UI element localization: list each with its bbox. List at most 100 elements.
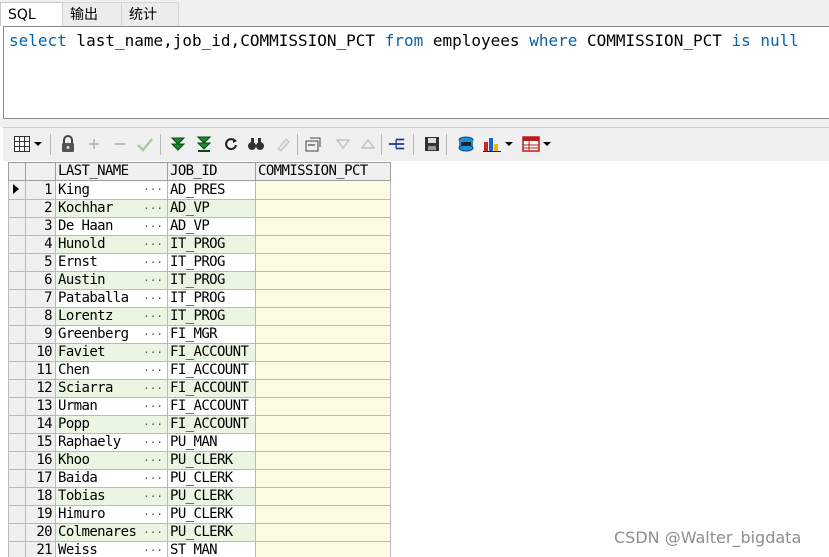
table-row[interactable]: 19 Himuro ··· PU_CLERK xyxy=(8,505,391,524)
table-row[interactable]: 7 Pataballa ··· IT_PROG xyxy=(8,289,391,308)
cell-commission-pct[interactable] xyxy=(255,271,391,290)
filter-up-icon[interactable] xyxy=(359,135,377,153)
cell-last-name[interactable]: Kochhar ··· xyxy=(55,199,168,218)
query-by-example-icon[interactable] xyxy=(388,135,406,153)
chevron-down-icon[interactable] xyxy=(504,135,514,153)
cell-last-name[interactable]: King ··· xyxy=(55,180,168,200)
cell-editor-ellipsis-button[interactable]: ··· xyxy=(143,399,163,415)
table-row[interactable]: 21 Weiss ··· ST_MAN xyxy=(8,541,391,557)
table-row[interactable]: 10 Faviet ··· FI_ACCOUNT xyxy=(8,343,391,362)
cell-commission-pct[interactable] xyxy=(255,433,391,452)
row-indicator[interactable] xyxy=(8,199,26,218)
cell-job-id[interactable]: FI_MGR xyxy=(167,325,256,344)
row-indicator[interactable] xyxy=(8,433,26,452)
cell-last-name[interactable]: Pataballa ··· xyxy=(55,289,168,308)
cell-last-name[interactable]: Baida ··· xyxy=(55,469,168,488)
cell-commission-pct[interactable] xyxy=(255,487,391,506)
row-indicator[interactable] xyxy=(8,325,26,344)
cell-job-id[interactable]: IT_PROG xyxy=(167,307,256,326)
cell-editor-ellipsis-button[interactable]: ··· xyxy=(143,255,163,271)
cell-job-id[interactable]: ST_MAN xyxy=(167,541,256,557)
cell-last-name[interactable]: Greenberg ··· xyxy=(55,325,168,344)
cell-job-id[interactable]: PU_CLERK xyxy=(167,523,256,542)
cell-job-id[interactable]: IT_PROG xyxy=(167,271,256,290)
cell-commission-pct[interactable] xyxy=(255,505,391,524)
row-indicator[interactable] xyxy=(8,343,26,362)
table-row[interactable]: 15 Raphaely ··· PU_MAN xyxy=(8,433,391,452)
chevron-down-icon[interactable] xyxy=(542,135,552,153)
cell-job-id[interactable]: AD_VP xyxy=(167,217,256,236)
save-icon[interactable] xyxy=(423,135,441,153)
row-indicator[interactable] xyxy=(8,451,26,470)
cell-last-name[interactable]: Khoo ··· xyxy=(55,451,168,470)
find-icon[interactable] xyxy=(247,135,265,153)
cell-job-id[interactable]: PU_CLERK xyxy=(167,487,256,506)
cell-job-id[interactable]: FI_ACCOUNT xyxy=(167,343,256,362)
row-indicator[interactable] xyxy=(8,487,26,506)
cell-job-id[interactable]: IT_PROG xyxy=(167,253,256,272)
cell-last-name[interactable]: Austin ··· xyxy=(55,271,168,290)
cell-editor-ellipsis-button[interactable]: ··· xyxy=(143,273,163,289)
cell-commission-pct[interactable] xyxy=(255,325,391,344)
cell-commission-pct[interactable] xyxy=(255,451,391,470)
cell-commission-pct[interactable] xyxy=(255,361,391,380)
cell-last-name[interactable]: De Haan ··· xyxy=(55,217,168,236)
cell-commission-pct[interactable] xyxy=(255,199,391,218)
row-indicator[interactable] xyxy=(8,469,26,488)
cell-editor-ellipsis-button[interactable]: ··· xyxy=(143,525,163,541)
cell-commission-pct[interactable] xyxy=(255,235,391,254)
cell-job-id[interactable]: IT_PROG xyxy=(167,289,256,308)
cell-job-id[interactable]: FI_ACCOUNT xyxy=(167,361,256,380)
cell-last-name[interactable]: Hunold ··· xyxy=(55,235,168,254)
cell-editor-ellipsis-button[interactable]: ··· xyxy=(143,543,163,557)
row-indicator[interactable] xyxy=(8,541,26,557)
refresh-icon[interactable] xyxy=(222,135,240,153)
table-row[interactable]: 13 Urman ··· FI_ACCOUNT xyxy=(8,397,391,416)
cell-editor-ellipsis-button[interactable]: ··· xyxy=(143,309,163,325)
row-indicator[interactable] xyxy=(8,253,26,272)
cell-commission-pct[interactable] xyxy=(255,217,391,236)
cell-editor-ellipsis-button[interactable]: ··· xyxy=(143,507,163,523)
cell-editor-ellipsis-button[interactable]: ··· xyxy=(143,453,163,469)
cell-editor-ellipsis-button[interactable]: ··· xyxy=(143,237,163,253)
cell-job-id[interactable]: PU_MAN xyxy=(167,433,256,452)
table-row[interactable]: 3 De Haan ··· AD_VP xyxy=(8,217,391,236)
table-row[interactable]: 8 Lorentz ··· IT_PROG xyxy=(8,307,391,326)
row-indicator[interactable] xyxy=(8,235,26,254)
row-indicator[interactable] xyxy=(8,271,26,290)
cell-job-id[interactable]: PU_CLERK xyxy=(167,505,256,524)
splitter[interactable] xyxy=(0,119,829,127)
column-header-commission-pct[interactable]: COMMISSION_PCT xyxy=(255,162,391,181)
row-indicator[interactable] xyxy=(8,307,26,326)
cell-last-name[interactable]: Popp ··· xyxy=(55,415,168,434)
cell-last-name[interactable]: Weiss ··· xyxy=(55,541,168,557)
row-indicator[interactable] xyxy=(8,361,26,380)
cell-editor-ellipsis-button[interactable]: ··· xyxy=(143,201,163,217)
cell-job-id[interactable]: FI_ACCOUNT xyxy=(167,415,256,434)
cell-commission-pct[interactable] xyxy=(255,379,391,398)
cell-editor-ellipsis-button[interactable]: ··· xyxy=(143,363,163,379)
cell-commission-pct[interactable] xyxy=(255,180,391,200)
cell-editor-ellipsis-button[interactable]: ··· xyxy=(143,345,163,361)
post-check-icon[interactable] xyxy=(136,135,154,153)
cell-last-name[interactable]: Urman ··· xyxy=(55,397,168,416)
cell-editor-ellipsis-button[interactable]: ··· xyxy=(143,381,163,397)
row-indicator[interactable] xyxy=(8,397,26,416)
cell-last-name[interactable]: Tobias ··· xyxy=(55,487,168,506)
cell-job-id[interactable]: PU_CLERK xyxy=(167,451,256,470)
table-icon[interactable] xyxy=(522,135,540,153)
row-indicator[interactable] xyxy=(8,379,26,398)
row-indicator[interactable] xyxy=(8,217,26,236)
cell-commission-pct[interactable] xyxy=(255,469,391,488)
cell-editor-ellipsis-button[interactable]: ··· xyxy=(143,182,163,199)
cell-commission-pct[interactable] xyxy=(255,415,391,434)
delete-row-icon[interactable] xyxy=(111,135,129,153)
cell-last-name[interactable]: Faviet ··· xyxy=(55,343,168,362)
tab-sql[interactable]: SQL xyxy=(0,2,64,26)
table-row[interactable]: 12 Sciarra ··· FI_ACCOUNT xyxy=(8,379,391,398)
cell-job-id[interactable]: FI_ACCOUNT xyxy=(167,379,256,398)
table-row[interactable]: 9 Greenberg ··· FI_MGR xyxy=(8,325,391,344)
cell-last-name[interactable]: Lorentz ··· xyxy=(55,307,168,326)
cell-editor-ellipsis-button[interactable]: ··· xyxy=(143,471,163,487)
cell-commission-pct[interactable] xyxy=(255,541,391,557)
